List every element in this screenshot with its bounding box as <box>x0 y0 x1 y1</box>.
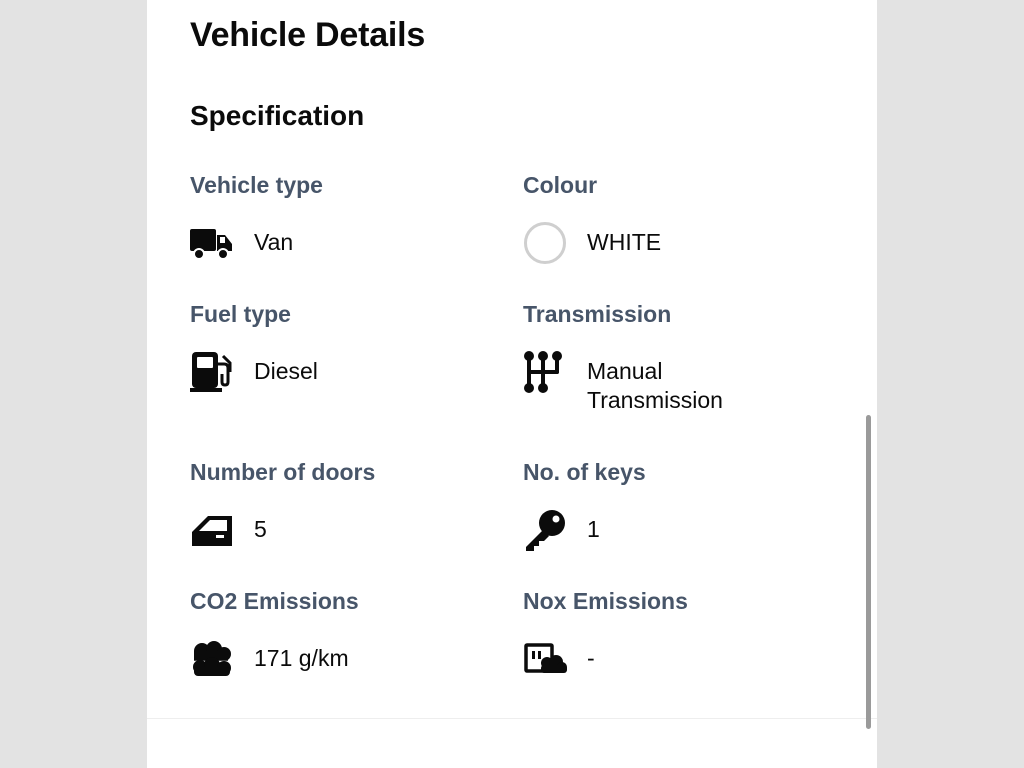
spec-label-co2-emissions: CO2 Emissions <box>190 588 359 614</box>
spec-label-nox-emissions: Nox Emissions <box>523 588 688 614</box>
emissions-icon <box>523 637 567 681</box>
spec-nox-emissions: - <box>523 637 767 681</box>
spec-number-of-doors: 5 <box>190 508 434 552</box>
spec-label-fuel-type: Fuel type <box>190 301 291 327</box>
page-title: Vehicle Details <box>190 16 426 54</box>
spec-vehicle-type: Van <box>190 221 434 265</box>
fuel-pump-icon <box>190 350 234 394</box>
spec-co2-emissions: 171 g/km <box>190 637 434 681</box>
spec-label-no-of-keys: No. of keys <box>523 459 646 485</box>
spec-label-colour: Colour <box>523 172 598 198</box>
colour-swatch-icon <box>523 221 567 265</box>
cloud-icon <box>190 637 234 681</box>
car-door-icon <box>190 508 234 552</box>
spec-label-number-of-doors: Number of doors <box>190 459 376 485</box>
vehicle-details-panel: Vehicle Details Specification Vehicle ty… <box>147 0 877 768</box>
spec-value-colour: WHITE <box>587 229 662 255</box>
spec-label-vehicle-type: Vehicle type <box>190 172 323 198</box>
section-title: Specification <box>190 100 365 131</box>
spec-fuel-type: Diesel <box>190 350 434 394</box>
spec-label-transmission: Transmission <box>523 301 672 327</box>
scrollbar[interactable] <box>866 415 871 729</box>
spec-value-co2-emissions: 171 g/km <box>254 645 349 671</box>
spec-value-vehicle-type: Van <box>254 229 294 255</box>
van-icon <box>190 221 234 265</box>
spec-value-no-of-keys: 1 <box>587 516 600 542</box>
gear-shift-icon <box>523 350 567 394</box>
spec-colour: WHITE <box>523 221 767 265</box>
spec-value-transmission: Manual Transmission <box>587 358 723 413</box>
key-icon <box>523 508 567 552</box>
spec-value-nox-emissions: - <box>587 645 595 671</box>
spec-value-fuel-type: Diesel <box>254 358 318 384</box>
spec-no-of-keys: 1 <box>523 508 767 552</box>
spec-value-number-of-doors: 5 <box>254 516 267 542</box>
spec-transmission: Manual Transmission <box>523 350 767 415</box>
divider <box>147 718 877 719</box>
